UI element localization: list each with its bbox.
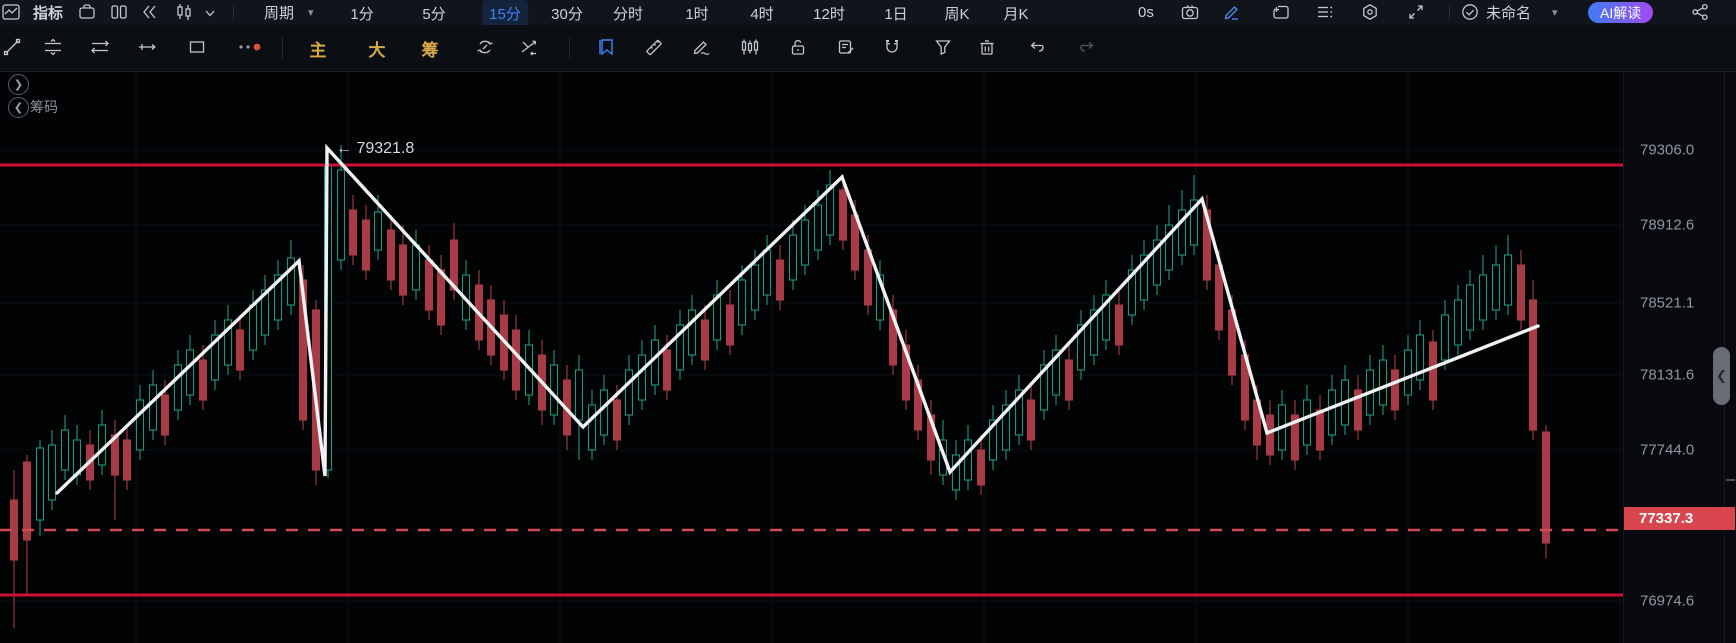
chevron-left-icon: ❮ — [1716, 368, 1727, 384]
timeframe-4时[interactable]: 4时 — [743, 0, 780, 27]
undo-icon[interactable] — [1028, 38, 1046, 56]
axis-tick — [1726, 479, 1735, 481]
bookmark-icon[interactable] — [598, 38, 616, 56]
hlines-updown-icon[interactable] — [43, 38, 63, 56]
cross-line-icon[interactable] — [519, 38, 539, 56]
panel-drag-handle[interactable]: ❮ — [1713, 347, 1730, 405]
indicator-label: 筹码 — [30, 97, 58, 117]
overlay-chip-button[interactable]: 筹 — [422, 36, 439, 61]
ruler-icon[interactable] — [645, 38, 663, 56]
timeframe-15分[interactable]: 15分 — [482, 0, 528, 27]
replay-time[interactable]: 0s — [1138, 0, 1154, 25]
chevron-down-icon[interactable] — [204, 7, 216, 19]
redo-icon[interactable] — [1078, 38, 1096, 56]
ray-icon[interactable] — [137, 38, 157, 56]
axis-price-label: 76974.6 — [1640, 593, 1694, 610]
drawing-toolbar: 主 大 筹 — [0, 25, 1736, 72]
fullscreen-icon[interactable] — [1407, 3, 1425, 21]
doc-edit-icon[interactable] — [837, 38, 855, 56]
chart-canvas[interactable]: ← 79321.8 ❯ ❮ 筹码 79306.0 78912.6 78521.1 78… — [0, 71, 1736, 643]
price-annotation: ← 79321.8 — [336, 140, 414, 157]
divider — [282, 37, 283, 59]
last-price-badge: 77337.3 — [1624, 507, 1735, 530]
timeframe-1时[interactable]: 1时 — [678, 0, 715, 27]
edit-pencil-icon[interactable] — [1223, 3, 1241, 21]
briefcase-icon[interactable] — [78, 3, 96, 21]
add-pane-icon[interactable] — [1272, 3, 1290, 21]
axis-price-label: 77744.0 — [1640, 442, 1694, 459]
collapse-indicator-icon[interactable]: ❮ — [8, 97, 29, 118]
timeframe-30分[interactable]: 30分 — [544, 0, 590, 27]
top-toolbar: 指标 周期 ▾ 1分 5分 15分 30分分时 1时 4时 12时 1日周K 月K 0s 未命名… — [0, 0, 1736, 26]
overlay-main-button[interactable]: 主 — [310, 36, 327, 61]
rect-tool-icon[interactable] — [188, 38, 206, 56]
cloud-check-icon[interactable] — [1461, 3, 1480, 21]
candlestick-chart: ← 79321.8 — [0, 71, 1736, 643]
rewind-icon[interactable] — [141, 3, 159, 21]
lock-open-icon[interactable] — [789, 38, 807, 56]
layout-icon[interactable] — [110, 3, 128, 21]
price-axis[interactable]: 79306.0 78912.6 78521.1 78131.6 77744.0 76974… — [1623, 71, 1736, 643]
indicator-menu[interactable]: 指标 — [33, 0, 63, 25]
timeframe-月K[interactable]: 月K — [996, 0, 1035, 27]
trend-line-icon[interactable] — [3, 38, 21, 56]
chevron-down-icon: ▾ — [1552, 0, 1558, 25]
funnel-icon[interactable] — [934, 38, 952, 56]
divider — [1449, 5, 1450, 20]
candle-style-icon[interactable] — [175, 3, 193, 21]
period-menu[interactable]: 周期 — [264, 0, 294, 25]
wave-chart-icon[interactable] — [2, 3, 20, 21]
magnet-icon[interactable] — [883, 38, 901, 56]
trading-app: { "topbar": { "indicator_menu": "指标", "p… — [0, 0, 1736, 643]
axis-price-label: 78912.6 — [1640, 217, 1694, 234]
share-icon[interactable] — [1691, 3, 1709, 21]
timeframe-1分[interactable]: 1分 — [343, 0, 380, 27]
axis-price-label: 78521.1 — [1640, 295, 1694, 312]
doc-name[interactable]: 未命名 — [1486, 0, 1531, 25]
overlay-big-button[interactable]: 大 — [369, 36, 386, 61]
timeframe-5分[interactable]: 5分 — [415, 0, 452, 27]
trash-icon[interactable] — [978, 38, 996, 56]
timeframe-周K[interactable]: 周K — [937, 0, 976, 27]
brush-dots-icon[interactable] — [237, 38, 263, 56]
camera-icon[interactable] — [1181, 3, 1199, 21]
timeframe-分时[interactable]: 分时 — [606, 0, 650, 27]
ai-analysis-button[interactable]: AI解读 — [1588, 2, 1653, 23]
pencil-icon[interactable] — [692, 38, 710, 56]
axis-price-label: 78131.6 — [1640, 367, 1694, 384]
loop-edit-icon[interactable] — [476, 38, 494, 56]
chevron-down-icon: ▾ — [308, 0, 314, 25]
hlines-swap-icon[interactable] — [90, 38, 110, 56]
axis-price-label: 79306.0 — [1640, 142, 1694, 159]
settings-hexagon-icon[interactable] — [1361, 3, 1379, 21]
expand-panel-icon[interactable]: ❯ — [8, 74, 29, 95]
list-settings-icon[interactable] — [1316, 3, 1334, 21]
candles-tool-icon[interactable] — [740, 38, 760, 56]
timeframe-1日[interactable]: 1日 — [877, 0, 914, 27]
divider — [569, 37, 570, 59]
divider — [233, 5, 234, 20]
timeframe-12时[interactable]: 12时 — [806, 0, 852, 27]
